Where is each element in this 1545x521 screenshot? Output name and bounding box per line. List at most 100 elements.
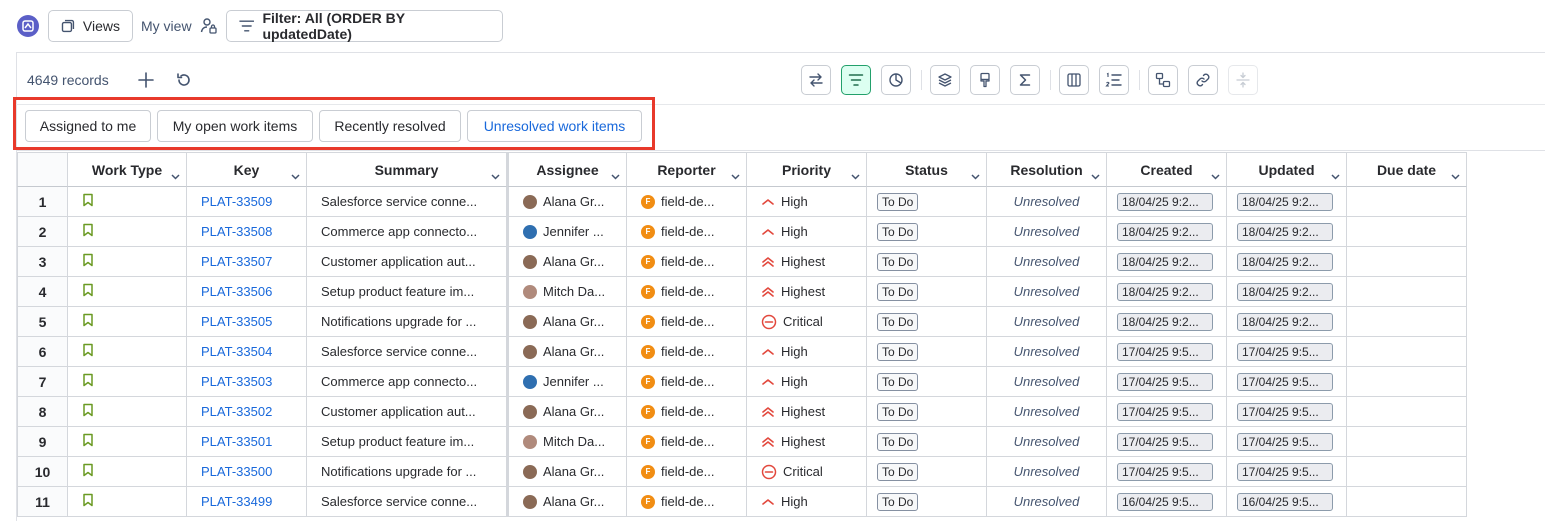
updated-date[interactable]: 16/04/25 9:5...: [1237, 492, 1333, 511]
table-row[interactable]: 9 PLAT-33501 Setup product feature im... Mi…: [17, 427, 1467, 457]
key-cell[interactable]: PLAT-33508: [187, 217, 307, 247]
resolution-header[interactable]: Resolution: [987, 152, 1107, 187]
key-cell[interactable]: PLAT-33504: [187, 337, 307, 367]
collapse-icon[interactable]: [1228, 65, 1258, 95]
reporter-cell[interactable]: Ffield-de...: [627, 487, 747, 517]
priority-cell[interactable]: Critical: [747, 307, 867, 337]
reporter-cell[interactable]: Ffield-de...: [627, 277, 747, 307]
due-date-cell[interactable]: [1347, 457, 1467, 487]
resolution-cell[interactable]: Unresolved: [987, 487, 1107, 517]
work-type-header[interactable]: Work Type: [68, 152, 187, 187]
created-date[interactable]: 18/04/25 9:2...: [1117, 252, 1213, 271]
resolution-cell[interactable]: Unresolved: [987, 187, 1107, 217]
status-badge[interactable]: To Do: [877, 252, 919, 271]
created-cell[interactable]: 18/04/25 9:2...: [1107, 277, 1227, 307]
updated-cell[interactable]: 18/04/25 9:2...: [1227, 277, 1347, 307]
summary-cell[interactable]: Notifications upgrade for ...: [307, 457, 507, 487]
updated-cell[interactable]: 16/04/25 9:5...: [1227, 487, 1347, 517]
created-cell[interactable]: 17/04/25 9:5...: [1107, 457, 1227, 487]
add-icon[interactable]: [137, 71, 155, 94]
due-date-cell[interactable]: [1347, 277, 1467, 307]
assignee-cell[interactable]: Jennifer ...: [507, 367, 627, 397]
table-row[interactable]: 4 PLAT-33506 Setup product feature im... Mi…: [17, 277, 1467, 307]
table-row[interactable]: 8 PLAT-33502 Customer application aut... Al…: [17, 397, 1467, 427]
assignee-cell[interactable]: Mitch Da...: [507, 427, 627, 457]
reporter-cell[interactable]: Ffield-de...: [627, 457, 747, 487]
due-date-cell[interactable]: [1347, 337, 1467, 367]
work-type-cell[interactable]: [68, 337, 187, 367]
status-cell[interactable]: To Do: [867, 217, 987, 247]
columns-icon[interactable]: [1059, 65, 1089, 95]
updated-date[interactable]: 17/04/25 9:5...: [1237, 342, 1333, 361]
created-date[interactable]: 17/04/25 9:5...: [1117, 462, 1213, 481]
status-badge[interactable]: To Do: [877, 282, 919, 301]
table-row[interactable]: 5 PLAT-33505 Notifications upgrade for ...…: [17, 307, 1467, 337]
reporter-cell[interactable]: Ffield-de...: [627, 217, 747, 247]
priority-cell[interactable]: Highest: [747, 277, 867, 307]
created-cell[interactable]: 17/04/25 9:5...: [1107, 337, 1227, 367]
work-type-cell[interactable]: [68, 457, 187, 487]
issue-key-link[interactable]: PLAT-33500: [201, 464, 272, 479]
chevron-down-icon[interactable]: [491, 167, 500, 183]
summary-cell[interactable]: Salesforce service conne...: [307, 187, 507, 217]
table-row[interactable]: 7 PLAT-33503 Commerce app connecto... Jenni…: [17, 367, 1467, 397]
layers-icon[interactable]: [930, 65, 960, 95]
status-cell[interactable]: To Do: [867, 277, 987, 307]
resolution-cell[interactable]: Unresolved: [987, 367, 1107, 397]
due-date-cell[interactable]: [1347, 307, 1467, 337]
priority-cell[interactable]: High: [747, 187, 867, 217]
status-cell[interactable]: To Do: [867, 187, 987, 217]
filter-lines-icon[interactable]: [841, 65, 871, 95]
link-icon[interactable]: [1188, 65, 1218, 95]
summary-cell[interactable]: Salesforce service conne...: [307, 487, 507, 517]
row-number-header[interactable]: [17, 152, 68, 187]
priority-cell[interactable]: Critical: [747, 457, 867, 487]
summary-cell[interactable]: Salesforce service conne...: [307, 337, 507, 367]
chevron-down-icon[interactable]: [171, 167, 180, 183]
chevron-down-icon[interactable]: [1091, 167, 1100, 183]
updated-cell[interactable]: 18/04/25 9:2...: [1227, 307, 1347, 337]
updated-cell[interactable]: 17/04/25 9:5...: [1227, 397, 1347, 427]
created-cell[interactable]: 18/04/25 9:2...: [1107, 187, 1227, 217]
created-cell[interactable]: 18/04/25 9:2...: [1107, 307, 1227, 337]
updated-date[interactable]: 18/04/25 9:2...: [1237, 222, 1333, 241]
status-badge[interactable]: To Do: [877, 222, 919, 241]
created-header[interactable]: Created: [1107, 152, 1227, 187]
status-header[interactable]: Status: [867, 152, 987, 187]
key-cell[interactable]: PLAT-33503: [187, 367, 307, 397]
row-number-cell[interactable]: 1: [17, 187, 68, 217]
assignee-cell[interactable]: Alana Gr...: [507, 247, 627, 277]
updated-cell[interactable]: 18/04/25 9:2...: [1227, 247, 1347, 277]
chevron-down-icon[interactable]: [1211, 167, 1220, 183]
status-badge[interactable]: To Do: [877, 372, 919, 391]
created-date[interactable]: 17/04/25 9:5...: [1117, 342, 1213, 361]
app-logo-icon[interactable]: [17, 15, 39, 37]
created-date[interactable]: 18/04/25 9:2...: [1117, 222, 1213, 241]
chevron-down-icon[interactable]: [731, 167, 740, 183]
priority-cell[interactable]: Highest: [747, 427, 867, 457]
chevron-down-icon[interactable]: [291, 167, 300, 183]
filter-button[interactable]: Filter: All (ORDER BY updatedDate): [226, 10, 503, 42]
reporter-cell[interactable]: Ffield-de...: [627, 367, 747, 397]
table-row[interactable]: 6 PLAT-33504 Salesforce service conne... Al…: [17, 337, 1467, 367]
chevron-down-icon[interactable]: [1331, 167, 1340, 183]
key-cell[interactable]: PLAT-33509: [187, 187, 307, 217]
due-date-cell[interactable]: [1347, 487, 1467, 517]
assignee-cell[interactable]: Alana Gr...: [507, 487, 627, 517]
user-lock-icon[interactable]: [200, 17, 218, 40]
work-type-cell[interactable]: [68, 247, 187, 277]
priority-cell[interactable]: High: [747, 217, 867, 247]
due-date-cell[interactable]: [1347, 187, 1467, 217]
sigma-icon[interactable]: [1010, 65, 1040, 95]
updated-cell[interactable]: 18/04/25 9:2...: [1227, 187, 1347, 217]
status-badge[interactable]: To Do: [877, 462, 919, 481]
table-row[interactable]: 1 PLAT-33509 Salesforce service conne... Al…: [17, 187, 1467, 217]
updated-date[interactable]: 17/04/25 9:5...: [1237, 402, 1333, 421]
priority-header[interactable]: Priority: [747, 152, 867, 187]
key-cell[interactable]: PLAT-33500: [187, 457, 307, 487]
my-view-label[interactable]: My view: [141, 18, 192, 34]
pie-chart-icon[interactable]: [881, 65, 911, 95]
status-cell[interactable]: To Do: [867, 457, 987, 487]
due-date-cell[interactable]: [1347, 427, 1467, 457]
table-row[interactable]: 11 PLAT-33499 Salesforce service conne... A…: [17, 487, 1467, 517]
